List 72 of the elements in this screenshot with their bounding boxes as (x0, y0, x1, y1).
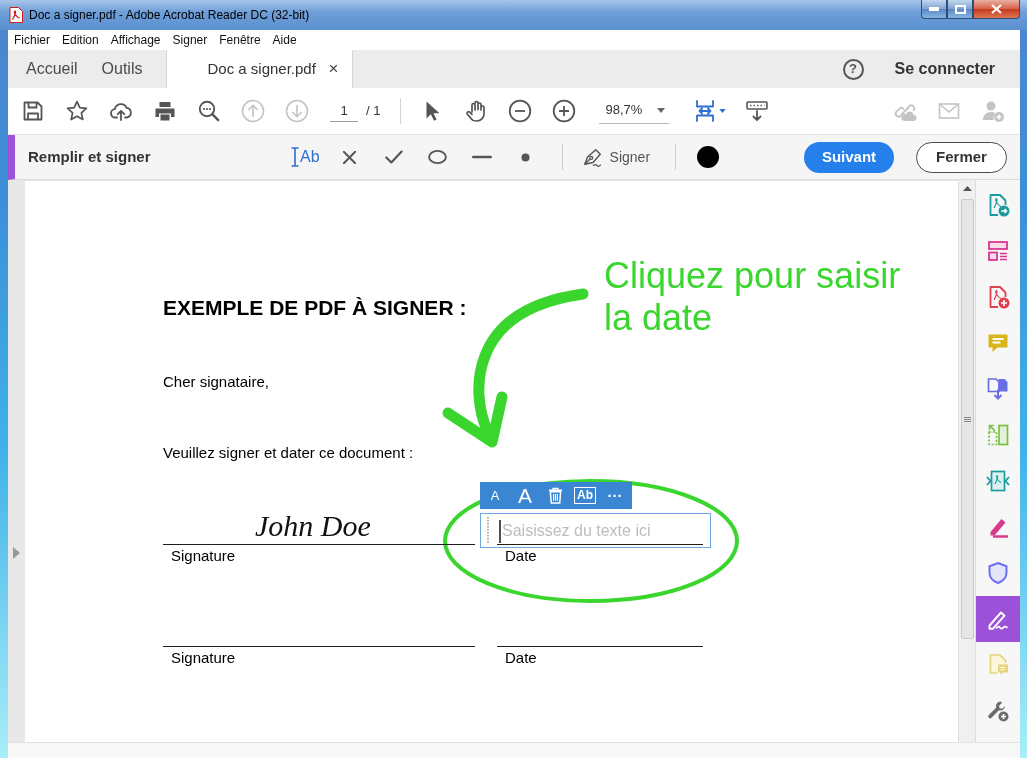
date-text-field[interactable]: Saisissez du texte ici (480, 513, 711, 548)
field-type-button[interactable]: Ab (574, 487, 596, 504)
menu-item[interactable]: Aide (266, 32, 303, 48)
menu-item[interactable]: Affichage (104, 32, 167, 48)
document-tab[interactable]: Doc a signer.pdf × (166, 50, 354, 88)
wrench-plus-icon (986, 699, 1010, 723)
decrease-font-size[interactable]: A (490, 488, 500, 503)
minimize-button[interactable] (921, 0, 947, 19)
sign-tool[interactable]: Signer (581, 146, 651, 168)
more-options[interactable]: ··· (607, 488, 623, 503)
line-icon[interactable] (471, 155, 492, 159)
toolbar-title: Remplir et signer (28, 148, 151, 165)
nav-tab[interactable]: Outils (89, 50, 155, 88)
maximize-button[interactable] (947, 0, 973, 19)
layout-icon (986, 239, 1010, 263)
maximize-icon (954, 4, 966, 14)
documents-arrow-icon (986, 377, 1010, 401)
caret-icon (657, 107, 666, 113)
tab-close-button[interactable]: × (328, 60, 339, 78)
star-icon[interactable] (65, 99, 89, 123)
increase-font-size[interactable]: A (518, 484, 532, 507)
zoom-search-icon[interactable] (197, 99, 221, 123)
dot-icon[interactable] (521, 152, 531, 162)
scroll-up-icon[interactable] (962, 186, 972, 191)
sign-in-link[interactable]: Se connecter (894, 57, 995, 81)
pdf-file-icon (9, 7, 23, 23)
fountain-pen-icon (581, 147, 604, 167)
minimize-icon (929, 7, 939, 11)
cross-icon[interactable] (343, 150, 357, 164)
signature-label: Signature (171, 649, 236, 667)
keyboard-arrow-icon[interactable] (745, 99, 770, 123)
close-button[interactable] (973, 0, 1020, 19)
window-title: Doc a signer.pdf - Adobe Acrobat Reader DC (32-bit) (29, 7, 310, 23)
printer-icon[interactable] (153, 99, 177, 123)
signature-label: Signature (171, 547, 236, 565)
zoom-out-icon[interactable] (508, 99, 533, 123)
fit-page-button[interactable] (693, 99, 727, 123)
help-button[interactable]: ? (842, 58, 864, 80)
save-icon[interactable] (21, 99, 45, 123)
menu-item[interactable]: Fenêtre (213, 32, 267, 48)
handwritten-signature: John Doe (255, 509, 371, 543)
page-count: / 1 (366, 102, 381, 121)
color-swatch-icon[interactable] (697, 146, 720, 168)
trash-icon[interactable] (547, 487, 563, 504)
caret-icon (719, 109, 727, 113)
page-number-field[interactable]: 1 (330, 100, 358, 122)
menu-item[interactable]: Signer (166, 32, 214, 48)
drag-handle-icon (487, 517, 489, 544)
document-heading: EXEMPLE DE PDF À SIGNER : (163, 295, 467, 321)
grip-icon (963, 416, 971, 422)
text-cursor-icon (291, 147, 299, 167)
close-icon (991, 4, 1002, 14)
menu-item[interactable]: Edition (56, 32, 105, 48)
callout-text: Cliquez pour saisir la date (604, 255, 902, 339)
scrollbar-thumb[interactable] (960, 199, 974, 639)
menu-item[interactable]: Fichier (8, 32, 56, 48)
zoom-dropdown[interactable]: 98,7% (599, 98, 670, 124)
shield-icon (986, 561, 1010, 585)
document-paragraph: Cher signataire, (163, 372, 269, 392)
next-button[interactable]: Suivant (804, 141, 894, 173)
document-compress-icon (986, 469, 1010, 493)
close-panel-button[interactable]: Fermer (916, 141, 1007, 173)
zoom-in-icon[interactable] (552, 99, 577, 123)
sidebar-tool[interactable] (976, 596, 1020, 642)
date-label: Date (505, 547, 537, 565)
nav-tab[interactable]: Accueil (14, 50, 90, 88)
date-label: Date (505, 649, 537, 667)
add-text-tool[interactable]: Ab (291, 145, 320, 169)
pages-arrow-icon (986, 423, 1010, 447)
checkmark-icon[interactable] (384, 150, 403, 164)
document-paragraph: Veuillez signer et dater ce document : (163, 443, 414, 463)
ellipse-icon[interactable] (428, 150, 448, 164)
